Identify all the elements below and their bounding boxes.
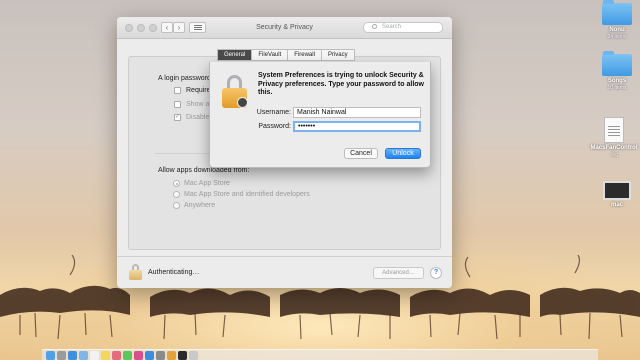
username-label: Username: [256, 109, 291, 116]
dock-safari-icon[interactable] [68, 351, 77, 360]
dock-terminal-icon[interactable] [178, 351, 187, 360]
password-label: Password: [258, 123, 291, 130]
padlock-icon [222, 75, 249, 109]
desktop-folder-nonu[interactable]: Nonu 24 items [594, 0, 640, 40]
desktop-file-mac-screenshot[interactable]: mac [594, 181, 640, 209]
dock-messages-icon[interactable] [123, 351, 132, 360]
tab-filevault[interactable]: FileVault [251, 49, 289, 61]
identified-developers-radio[interactable] [173, 191, 180, 198]
authentication-dialog: System Preferences is trying to unlock S… [209, 62, 431, 168]
desktop-item-count: 24 items [607, 34, 627, 40]
anywhere-option-label: Anywhere [184, 202, 216, 209]
preference-tabs: General FileVault Firewall Privacy [217, 49, 355, 61]
anywhere-radio[interactable] [173, 202, 180, 209]
desktop-item-label: MacsFanControl [590, 145, 638, 151]
desktop-folder-songs[interactable]: Songs 10 items [594, 51, 640, 91]
require-password-checkbox[interactable] [174, 87, 181, 94]
desktop-item-extension: .log [609, 152, 619, 158]
dock [42, 349, 598, 360]
username-field[interactable]: Manish Nainwal [293, 107, 421, 118]
desktop-file-macsfancontrol-log[interactable]: MacsFanControl .log [588, 117, 640, 158]
dock-finder-icon[interactable] [46, 351, 55, 360]
dock-photos-icon[interactable] [112, 351, 121, 360]
dock-system-preferences-icon[interactable] [156, 351, 165, 360]
folder-icon [602, 51, 632, 76]
password-field[interactable]: ••••••• [293, 121, 421, 132]
desktop-item-label: Songs [607, 78, 627, 84]
search-placeholder: Search [382, 24, 402, 30]
dock-launchpad-icon[interactable] [57, 351, 66, 360]
auth-message: System Preferences is trying to unlock S… [258, 72, 424, 96]
disable-auto-login-checkbox[interactable]: ✓ [174, 114, 181, 121]
desktop-item-count: 10 items [607, 85, 627, 91]
mac-app-store-option-label: Mac App Store [184, 180, 230, 187]
dock-calendar-icon[interactable] [90, 351, 99, 360]
dock-trash-icon[interactable] [189, 351, 198, 360]
document-icon [604, 117, 624, 143]
lock-icon[interactable] [129, 264, 142, 280]
unlock-button[interactable]: Unlock [385, 148, 421, 159]
tab-general[interactable]: General [217, 49, 253, 61]
dock-chrome-icon[interactable] [167, 351, 176, 360]
help-button[interactable]: ? [430, 267, 442, 279]
system-preferences-badge-icon [237, 97, 248, 108]
window-titlebar: ‹ › Security & Privacy Search [117, 17, 452, 39]
dock-notes-icon[interactable] [101, 351, 110, 360]
cancel-button[interactable]: Cancel [344, 148, 378, 159]
folder-icon [602, 0, 632, 25]
search-field[interactable]: Search [363, 22, 443, 33]
screenshot-thumbnail-icon [603, 181, 631, 200]
dock-itunes-icon[interactable] [134, 351, 143, 360]
advanced-button[interactable]: Advanced… [373, 267, 424, 279]
authenticating-status: Authenticating… [148, 269, 200, 276]
dock-mail-icon[interactable] [79, 351, 88, 360]
dock-app-store-icon[interactable] [145, 351, 154, 360]
window-bottom-bar: Authenticating… Advanced… ? [117, 256, 452, 288]
mac-app-store-radio[interactable] [173, 180, 180, 187]
tab-privacy[interactable]: Privacy [320, 49, 355, 61]
show-message-checkbox[interactable] [174, 101, 181, 108]
search-icon [372, 24, 377, 29]
allow-apps-label: Allow apps downloaded from: [158, 167, 250, 174]
tab-firewall[interactable]: Firewall [287, 49, 322, 61]
login-password-label: A login password [158, 75, 211, 82]
desktop-item-label: Nonu [609, 27, 625, 33]
desktop-item-label: mac [610, 202, 623, 208]
identified-developers-option-label: Mac App Store and identified developers [184, 191, 310, 198]
